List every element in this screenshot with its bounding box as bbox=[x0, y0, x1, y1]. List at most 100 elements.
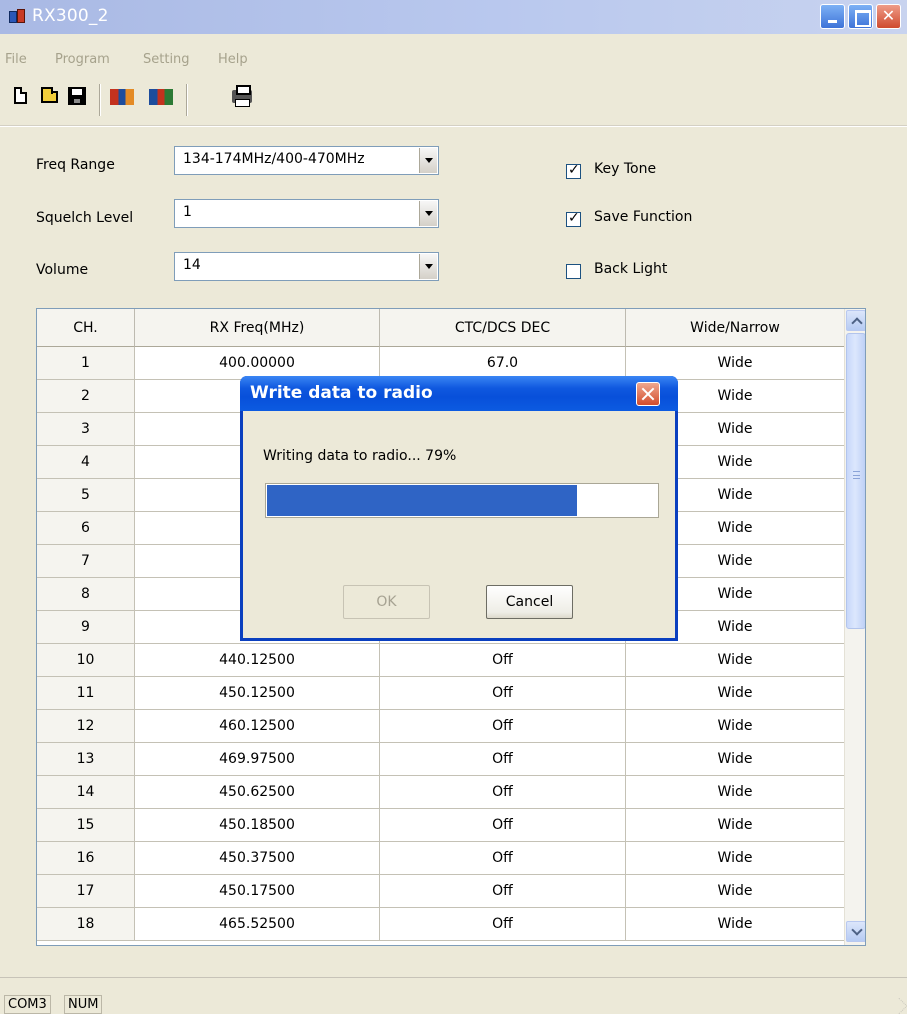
cell-channel[interactable]: 7 bbox=[37, 545, 135, 578]
close-button[interactable]: ✕ bbox=[876, 4, 901, 29]
cell-channel[interactable]: 11 bbox=[37, 677, 135, 710]
cell-channel[interactable]: 14 bbox=[37, 776, 135, 809]
cell-channel[interactable]: 9 bbox=[37, 611, 135, 644]
vertical-scrollbar[interactable] bbox=[844, 309, 865, 945]
cell-ctc-dcs[interactable]: Off bbox=[380, 908, 626, 941]
column-header-channel[interactable]: CH. bbox=[37, 309, 135, 347]
com-port-status: COM3 bbox=[4, 995, 51, 1014]
cell-rx-freq[interactable]: 450.62500 bbox=[135, 776, 380, 809]
volume-select[interactable]: 14 bbox=[174, 252, 439, 281]
cell-channel[interactable]: 4 bbox=[37, 446, 135, 479]
save-disk-icon[interactable] bbox=[67, 86, 87, 110]
column-header-bandwidth[interactable]: Wide/Narrow bbox=[626, 309, 845, 347]
table-row[interactable]: 14 450.62500 Off Wide bbox=[37, 776, 845, 809]
table-row[interactable]: 11 450.12500 Off Wide bbox=[37, 677, 845, 710]
column-header-ctc-dcs[interactable]: CTC/DCS DEC bbox=[380, 309, 626, 347]
minimize-button[interactable] bbox=[820, 4, 845, 29]
cell-channel[interactable]: 17 bbox=[37, 875, 135, 908]
cell-ctc-dcs[interactable]: Off bbox=[380, 710, 626, 743]
cell-channel[interactable]: 15 bbox=[37, 809, 135, 842]
progress-fill bbox=[267, 485, 577, 516]
cell-bandwidth[interactable]: Wide bbox=[626, 842, 845, 875]
cell-bandwidth[interactable]: Wide bbox=[626, 875, 845, 908]
table-row[interactable]: 18 465.52500 Off Wide bbox=[37, 908, 845, 941]
table-row[interactable]: 17 450.17500 Off Wide bbox=[37, 875, 845, 908]
back-light-label: Back Light bbox=[594, 261, 668, 277]
maximize-button[interactable] bbox=[848, 4, 873, 29]
dialog-close-button[interactable] bbox=[636, 382, 660, 406]
cell-channel[interactable]: 2 bbox=[37, 380, 135, 413]
cell-rx-freq[interactable]: 469.97500 bbox=[135, 743, 380, 776]
scroll-down-button[interactable] bbox=[846, 921, 865, 942]
back-light-checkbox[interactable] bbox=[566, 264, 581, 279]
write-to-radio-icon[interactable] bbox=[149, 86, 175, 110]
cell-rx-freq[interactable]: 450.18500 bbox=[135, 809, 380, 842]
dialog-title-bar: Write data to radio bbox=[240, 376, 678, 411]
menu-setting[interactable]: Setting bbox=[143, 52, 190, 67]
cell-ctc-dcs[interactable]: Off bbox=[380, 644, 626, 677]
freq-range-label: Freq Range bbox=[36, 157, 115, 173]
cell-channel[interactable]: 3 bbox=[37, 413, 135, 446]
progress-message: Writing data to radio... 79% bbox=[263, 448, 457, 464]
cell-rx-freq[interactable]: 460.12500 bbox=[135, 710, 380, 743]
new-document-icon[interactable] bbox=[12, 86, 32, 110]
table-row[interactable]: 16 450.37500 Off Wide bbox=[37, 842, 845, 875]
cell-channel[interactable]: 6 bbox=[37, 512, 135, 545]
cell-bandwidth[interactable]: Wide bbox=[626, 908, 845, 941]
cell-rx-freq[interactable]: 440.12500 bbox=[135, 644, 380, 677]
cell-rx-freq[interactable]: 450.17500 bbox=[135, 875, 380, 908]
cell-bandwidth[interactable]: Wide bbox=[626, 809, 845, 842]
chevron-down-icon[interactable] bbox=[419, 254, 437, 279]
cell-rx-freq[interactable]: 450.12500 bbox=[135, 677, 380, 710]
cell-channel[interactable]: 8 bbox=[37, 578, 135, 611]
chevron-down-icon[interactable] bbox=[419, 148, 437, 173]
cell-channel[interactable]: 1 bbox=[37, 347, 135, 380]
cell-ctc-dcs[interactable]: Off bbox=[380, 875, 626, 908]
cell-rx-freq[interactable]: 450.37500 bbox=[135, 842, 380, 875]
scroll-thumb[interactable] bbox=[846, 333, 865, 629]
freq-range-value: 134-174MHz/400-470MHz bbox=[183, 151, 365, 167]
menu-file[interactable]: File bbox=[5, 52, 27, 67]
cell-bandwidth[interactable]: Wide bbox=[626, 710, 845, 743]
ok-button[interactable]: OK bbox=[343, 585, 430, 619]
cell-ctc-dcs[interactable]: Off bbox=[380, 677, 626, 710]
print-icon[interactable] bbox=[231, 85, 252, 110]
cell-channel[interactable]: 12 bbox=[37, 710, 135, 743]
scroll-up-button[interactable] bbox=[846, 310, 865, 331]
table-row[interactable]: 13 469.97500 Off Wide bbox=[37, 743, 845, 776]
cell-channel[interactable]: 13 bbox=[37, 743, 135, 776]
key-tone-label: Key Tone bbox=[594, 161, 657, 177]
table-row[interactable]: 10 440.12500 Off Wide bbox=[37, 644, 845, 677]
open-folder-icon[interactable] bbox=[40, 86, 60, 110]
resize-grip[interactable] bbox=[890, 997, 907, 1014]
cell-channel[interactable]: 5 bbox=[37, 479, 135, 512]
table-row[interactable]: 12 460.12500 Off Wide bbox=[37, 710, 845, 743]
cell-bandwidth[interactable]: Wide bbox=[626, 644, 845, 677]
squelch-level-select[interactable]: 1 bbox=[174, 199, 439, 228]
cell-rx-freq[interactable]: 465.52500 bbox=[135, 908, 380, 941]
read-from-radio-icon[interactable] bbox=[110, 86, 136, 110]
cell-channel[interactable]: 18 bbox=[37, 908, 135, 941]
save-function-label: Save Function bbox=[594, 209, 693, 225]
freq-range-select[interactable]: 134-174MHz/400-470MHz bbox=[174, 146, 439, 175]
toolbar bbox=[0, 74, 907, 126]
cell-bandwidth[interactable]: Wide bbox=[626, 776, 845, 809]
table-row[interactable]: 15 450.18500 Off Wide bbox=[37, 809, 845, 842]
column-header-rx-freq[interactable]: RX Freq(MHz) bbox=[135, 309, 380, 347]
cancel-button[interactable]: Cancel bbox=[486, 585, 573, 619]
cell-ctc-dcs[interactable]: Off bbox=[380, 776, 626, 809]
cell-ctc-dcs[interactable]: Off bbox=[380, 743, 626, 776]
save-function-checkbox[interactable] bbox=[566, 210, 581, 227]
key-tone-checkbox[interactable] bbox=[566, 162, 581, 179]
dialog-title: Write data to radio bbox=[250, 383, 433, 403]
cell-channel[interactable]: 10 bbox=[37, 644, 135, 677]
cell-ctc-dcs[interactable]: Off bbox=[380, 842, 626, 875]
menu-program[interactable]: Program bbox=[55, 52, 110, 67]
menu-help[interactable]: Help bbox=[218, 52, 248, 67]
squelch-level-label: Squelch Level bbox=[36, 210, 134, 226]
chevron-down-icon[interactable] bbox=[419, 201, 437, 226]
cell-ctc-dcs[interactable]: Off bbox=[380, 809, 626, 842]
cell-bandwidth[interactable]: Wide bbox=[626, 677, 845, 710]
cell-bandwidth[interactable]: Wide bbox=[626, 743, 845, 776]
cell-channel[interactable]: 16 bbox=[37, 842, 135, 875]
